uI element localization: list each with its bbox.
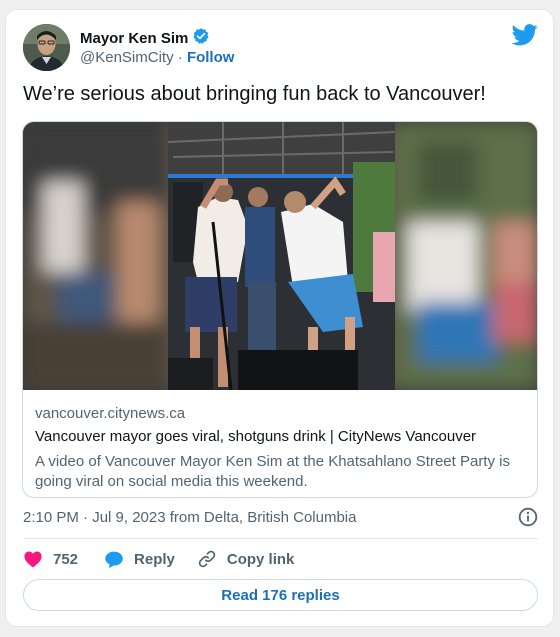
action-bar: 752 Reply Copy link [23, 548, 294, 570]
heart-icon [24, 551, 42, 568]
info-icon[interactable] [518, 507, 538, 527]
link-icon [198, 550, 216, 568]
like-button[interactable]: 752 [23, 550, 78, 568]
author-name-row: Mayor Ken Sim [80, 27, 210, 50]
verified-badge-icon [192, 27, 210, 50]
link-title[interactable]: Vancouver mayor goes viral, shotguns dri… [35, 428, 529, 450]
link-domain: vancouver.citynews.ca [35, 405, 186, 422]
timestamp-row: 2:10 PM · Jul 9, 2023 from Delta, Britis… [23, 507, 538, 529]
author-name[interactable]: Mayor Ken Sim [80, 30, 188, 47]
link-meta: vancouver.citynews.ca Vancouver mayor go… [35, 405, 529, 492]
link-preview-card[interactable]: vancouver.citynews.ca Vancouver mayor go… [22, 121, 538, 498]
tweet-embed-card: Mayor Ken Sim @KenSimCity · Follow We’re… [5, 9, 554, 627]
tweet-header: Mayor Ken Sim @KenSimCity · Follow [23, 22, 538, 72]
like-count: 752 [53, 550, 79, 568]
reply-button[interactable]: Reply [104, 550, 175, 569]
avatar[interactable] [23, 24, 70, 71]
handle-separator: · [173, 49, 187, 66]
copy-link-button[interactable]: Copy link [197, 549, 295, 569]
read-replies-button[interactable]: Read 176 replies [23, 579, 538, 611]
handle-row: @KenSimCity · Follow [80, 49, 234, 66]
reply-label: Reply [134, 550, 175, 568]
link-preview-image[interactable] [23, 122, 537, 390]
divider [23, 538, 538, 539]
link-description: A video of Vancouver Mayor Ken Sim at th… [35, 453, 510, 490]
author-handle[interactable]: @KenSimCity [80, 49, 174, 66]
copy-link-label: Copy link [226, 550, 295, 568]
tweet-timestamp[interactable]: 2:10 PM · Jul 9, 2023 from Delta, Britis… [23, 509, 356, 526]
speech-bubble-icon [105, 551, 123, 568]
tweet-text: We’re serious about bringing fun back to… [23, 83, 486, 105]
twitter-bird-icon[interactable] [511, 24, 538, 46]
follow-button[interactable]: Follow [187, 49, 235, 66]
